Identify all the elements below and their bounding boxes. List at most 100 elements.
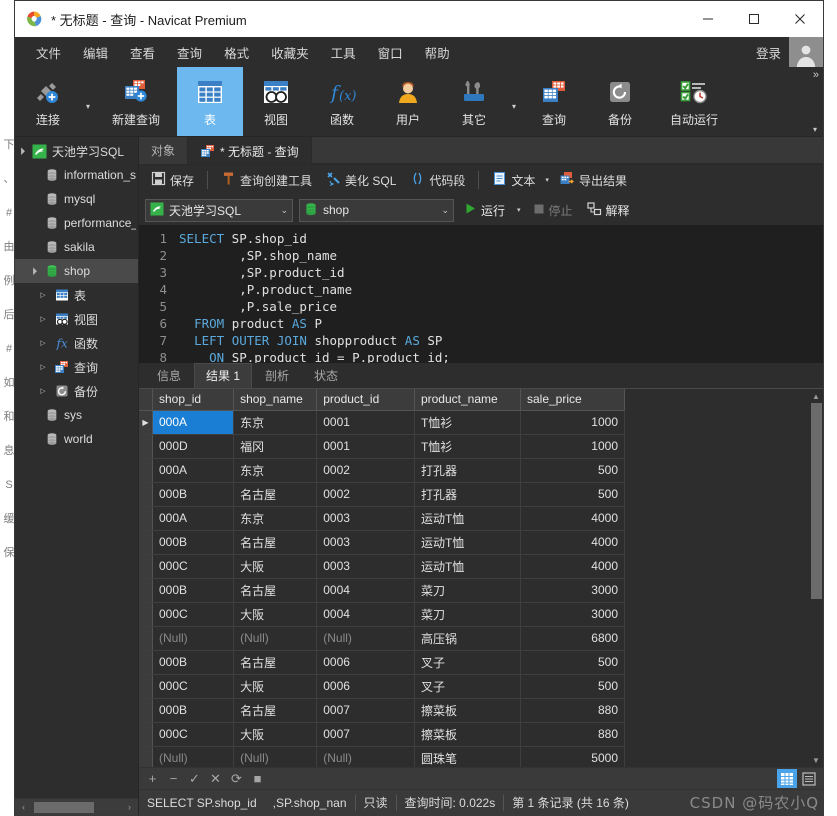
cell-shop_name[interactable]: 大阪 — [233, 554, 318, 579]
cell-product_id[interactable]: 0007 — [316, 722, 415, 747]
cell-product_name[interactable]: 叉子 — [414, 674, 521, 699]
ribbon-button-automation[interactable]: 自动运行 — [653, 67, 735, 136]
snippet-button[interactable]: 代码段 — [404, 168, 471, 192]
database-select[interactable]: shop ⌄ — [299, 198, 454, 222]
tree-node-8[interactable]: ▷ fx 函数 — [15, 331, 138, 355]
result-tab-result1[interactable]: 结果 1 — [194, 363, 253, 388]
cell-shop_id[interactable]: (Null) — [152, 626, 235, 651]
menu-view[interactable]: 查看 — [119, 39, 166, 66]
scroll-left-icon[interactable]: ‹ — [15, 802, 32, 812]
cell-shop_name[interactable]: 东京 — [233, 410, 318, 435]
cell-shop_name[interactable]: 名古屋 — [233, 650, 318, 675]
cell-product_id[interactable]: 0003 — [316, 530, 415, 555]
result-grid[interactable]: shop_id shop_name product_id product_name sa… — [139, 389, 809, 767]
result-tab-info[interactable]: 信息 — [145, 363, 194, 388]
form-view-icon[interactable] — [799, 769, 819, 788]
table-row[interactable]: 000C 大阪 0004 菜刀 3000 — [139, 602, 626, 627]
menu-file[interactable]: 文件 — [25, 39, 72, 66]
table-row[interactable]: ▶ 000A 东京 0001 T恤衫 1000 — [139, 410, 626, 435]
tree-arrow-expanded[interactable]: ◢ — [15, 144, 28, 158]
cell-shop_id[interactable]: 000D — [152, 434, 235, 459]
cell-shop_id[interactable]: 000C — [152, 554, 235, 579]
cell-shop_id[interactable]: 000B — [152, 482, 235, 507]
ribbon-button-user[interactable]: 用户 — [375, 67, 441, 136]
beautify-sql-button[interactable]: 美化 SQL — [320, 168, 402, 192]
column-header-product_name[interactable]: product_name — [414, 389, 521, 411]
cell-product_id[interactable]: 0002 — [316, 482, 415, 507]
cell-product_name[interactable]: 叉子 — [414, 650, 521, 675]
user-avatar-icon[interactable] — [789, 37, 823, 67]
cell-product_id[interactable]: 0004 — [316, 602, 415, 627]
cell-shop_id[interactable]: 000B — [152, 578, 235, 603]
cell-sale_price[interactable]: 4000 — [520, 554, 626, 579]
cell-shop_name[interactable]: 东京 — [233, 506, 318, 531]
tree-arrow-collapsed[interactable]: ▷ — [37, 363, 49, 371]
cell-product_name[interactable]: 菜刀 — [414, 602, 521, 627]
cell-sale_price[interactable]: 4000 — [520, 506, 626, 531]
cell-product_name[interactable]: T恤衫 — [414, 410, 521, 435]
cell-shop_name[interactable]: 名古屋 — [233, 530, 318, 555]
table-row[interactable]: 000B 名古屋 0007 擦菜板 880 — [139, 698, 626, 723]
sql-code[interactable]: SELECT SP.shop_id ,SP.shop_name ,SP.prod… — [173, 225, 823, 363]
run-button[interactable]: 运行 — [460, 199, 509, 222]
cell-product_name[interactable]: 擦菜板 — [414, 722, 521, 747]
chevron-down-icon[interactable]: ▾ — [507, 67, 521, 136]
cell-product_id[interactable]: (Null) — [316, 746, 415, 767]
apply-change-icon[interactable]: ✓ — [185, 770, 204, 788]
tree-node-12[interactable]: world — [15, 427, 138, 451]
cell-product_name[interactable]: T恤衫 — [414, 434, 521, 459]
ribbon-button-new-query[interactable]: 新建查询 — [95, 67, 177, 136]
result-tab-profile[interactable]: 剖析 — [253, 363, 302, 388]
tree-node-3[interactable]: performance_ — [15, 211, 138, 235]
sidebar-horizontal-scrollbar[interactable]: ‹ › — [15, 798, 138, 815]
cell-sale_price[interactable]: 880 — [520, 722, 626, 747]
cell-product_id[interactable]: 0004 — [316, 578, 415, 603]
cell-product_id[interactable]: (Null) — [316, 626, 415, 651]
save-button[interactable]: 保存 — [145, 168, 200, 192]
cell-sale_price[interactable]: 880 — [520, 698, 626, 723]
scroll-right-icon[interactable]: › — [121, 802, 138, 812]
tree-arrow-collapsed[interactable]: ▷ — [37, 387, 49, 395]
cell-shop_name[interactable]: (Null) — [233, 746, 318, 767]
ribbon-button-query[interactable]: 查询 — [521, 67, 587, 136]
cell-sale_price[interactable]: 1000 — [520, 434, 626, 459]
menu-edit[interactable]: 编辑 — [72, 39, 119, 66]
delete-record-icon[interactable]: − — [164, 770, 183, 788]
tree-node-0[interactable]: ◢ 天池学习SQL — [15, 139, 138, 163]
table-row[interactable]: (Null) (Null) (Null) 高压锅 6800 — [139, 626, 626, 651]
cell-product_name[interactable]: 菜刀 — [414, 578, 521, 603]
ribbon-more-icon[interactable]: ▾ — [813, 125, 817, 134]
cell-product_name[interactable]: 圆珠笔 — [414, 746, 521, 767]
cancel-change-icon[interactable]: ✕ — [206, 770, 225, 788]
refresh-icon[interactable]: ⟳ — [227, 770, 246, 788]
tree-node-11[interactable]: sys — [15, 403, 138, 427]
ribbon-button-backup[interactable]: 备份 — [587, 67, 653, 136]
close-button[interactable] — [777, 1, 823, 37]
table-row[interactable]: 000A 东京 0002 打孔器 500 — [139, 458, 626, 483]
cell-shop_id[interactable]: 000B — [152, 698, 235, 723]
scroll-up-icon[interactable]: ▲ — [812, 389, 820, 403]
table-row[interactable]: 000A 东京 0003 运动T恤 4000 — [139, 506, 626, 531]
cell-product_id[interactable]: 0001 — [316, 410, 415, 435]
cell-shop_name[interactable]: 东京 — [233, 458, 318, 483]
tree-node-10[interactable]: ▷ 备份 — [15, 379, 138, 403]
explain-button[interactable]: 解释 — [583, 199, 634, 222]
cell-product_id[interactable]: 0006 — [316, 674, 415, 699]
table-row[interactable]: 000B 名古屋 0004 菜刀 3000 — [139, 578, 626, 603]
maximize-button[interactable] — [731, 1, 777, 37]
scrollbar-thumb[interactable] — [810, 403, 822, 599]
cell-sale_price[interactable]: 1000 — [520, 410, 626, 435]
menu-tools[interactable]: 工具 — [320, 39, 367, 66]
cell-sale_price[interactable]: 6800 — [520, 626, 626, 651]
tab-untitled-query[interactable]: * 无标题 - 查询 — [188, 137, 312, 164]
tree-node-6[interactable]: ▷ 表 — [15, 283, 138, 307]
cell-shop_id[interactable]: 000C — [152, 602, 235, 627]
cell-sale_price[interactable]: 3000 — [520, 578, 626, 603]
cell-product_id[interactable]: 0003 — [316, 506, 415, 531]
minimize-button[interactable] — [685, 1, 731, 37]
cell-sale_price[interactable]: 4000 — [520, 530, 626, 555]
tree-node-5[interactable]: ◢ shop — [15, 259, 138, 283]
scrollbar-track[interactable] — [810, 599, 822, 753]
column-header-shop_id[interactable]: shop_id — [152, 389, 235, 411]
chevron-down-icon[interactable]: ▾ — [81, 67, 95, 136]
